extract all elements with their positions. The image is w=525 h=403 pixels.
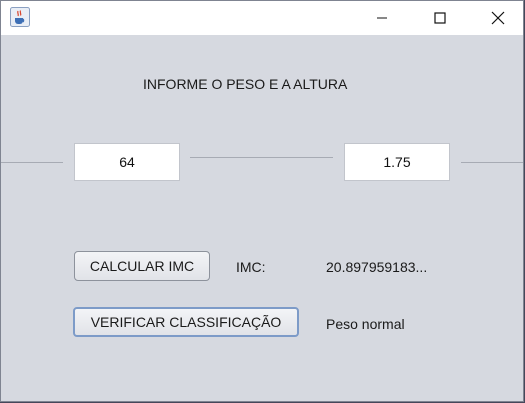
form-heading: INFORME O PESO E A ALTURA [143,76,348,92]
close-icon [491,11,505,25]
verificar-classificacao-button[interactable]: VERIFICAR CLASSIFICAÇÃO [73,307,299,337]
imc-value: 20.897959183... [326,259,428,275]
maximize-button[interactable] [417,1,463,35]
separator-left [1,162,63,163]
minimize-icon [377,17,387,19]
minimize-button[interactable] [359,1,405,35]
imc-label: IMC: [236,259,266,275]
app-window: INFORME O PESO E A ALTURA CALCULAR IMC I… [0,0,524,402]
title-bar[interactable] [1,1,523,35]
java-cup-icon[interactable] [10,7,30,27]
calcular-imc-button[interactable]: CALCULAR IMC [74,251,210,281]
separator-middle [190,157,333,158]
peso-input[interactable] [74,143,180,181]
close-button[interactable] [475,1,521,35]
maximize-icon [434,12,446,24]
form-panel: INFORME O PESO E A ALTURA CALCULAR IMC I… [1,35,523,401]
classificacao-value: Peso normal [326,316,405,332]
altura-input[interactable] [344,143,450,181]
separator-right [461,162,523,163]
